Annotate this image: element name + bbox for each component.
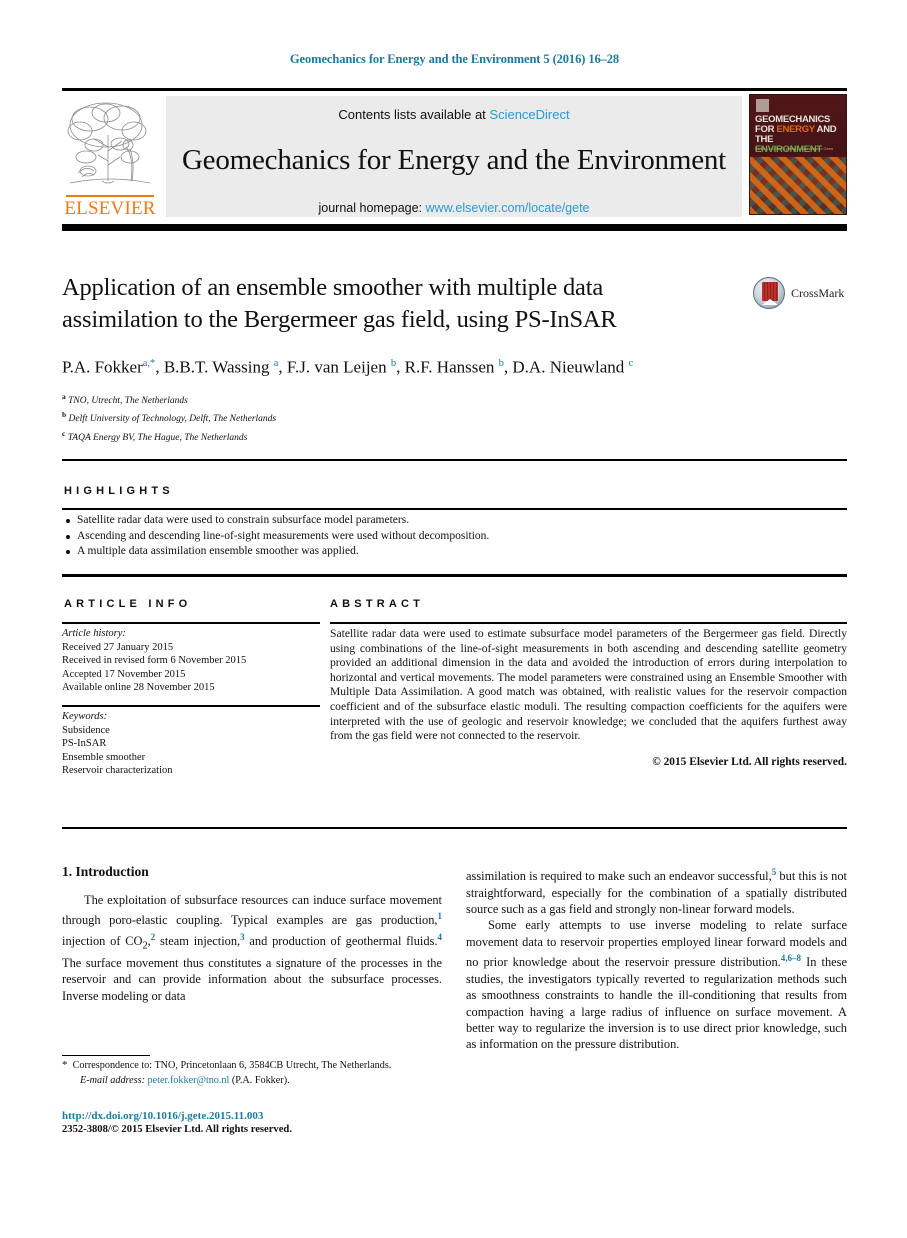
email-suffix: (P.A. Fokker).: [231, 1075, 290, 1087]
email-label: E-mail address:: [80, 1075, 145, 1087]
list-item: Ascending and descending line-of-sight m…: [64, 529, 844, 545]
email-note: E-mail address: peter.fokker@tno.nl (P.A…: [62, 1074, 443, 1087]
elsevier-rule: [66, 195, 154, 197]
highlights-list: Satellite radar data were used to constr…: [64, 513, 844, 560]
title-block: Application of an ensemble smoother with…: [62, 272, 722, 446]
abstract-copyright: © 2015 Elsevier Ltd. All rights reserved…: [652, 755, 847, 768]
keyword-item: PS-InSAR: [62, 738, 107, 750]
abstract-heading: ABSTRACT: [330, 598, 425, 610]
highlights-divider-rule: [62, 508, 847, 510]
running-head: Geomechanics for Energy and the Environm…: [289, 52, 620, 66]
email-link[interactable]: peter.fokker@tno.nl: [148, 1075, 230, 1086]
abstract-bottom-rule: [62, 827, 847, 830]
body-column-left: 1. Introduction The exploitation of subs…: [62, 864, 442, 1004]
crossmark-chevron-icon: [762, 299, 778, 305]
contents-prefix: Contents lists available at: [338, 107, 490, 122]
footnote-rule: [62, 1055, 150, 1057]
journal-homepage-line: journal homepage: www.elsevier.com/locat…: [166, 201, 742, 215]
sciencedirect-link[interactable]: ScienceDirect: [489, 107, 569, 122]
article-info-top-rule: [62, 622, 320, 624]
paper-page: Geomechanics for Energy and the Environm…: [0, 0, 907, 1238]
author-list: P.A. Fokkera,*, B.B.T. Wassing a, F.J. v…: [62, 357, 634, 377]
elsevier-wordmark: ELSEVIER: [64, 198, 156, 219]
issn-copyright-line: 2352-3808/© 2015 Elsevier Ltd. All right…: [62, 1124, 292, 1135]
paragraph: assimilation is required to make such an…: [466, 867, 847, 916]
doi-block: http://dx.doi.org/10.1016/j.gete.2015.11…: [62, 1109, 443, 1137]
crossmark-badge[interactable]: CrossMark: [753, 277, 849, 311]
masthead-top-rule: [62, 88, 847, 91]
abstract-text: Satellite radar data were used to estima…: [330, 627, 847, 743]
article-info-column: Article history: Received 27 January 201…: [62, 627, 320, 695]
page-title: Application of an ensemble smoother with…: [62, 274, 617, 333]
crossmark-label: CrossMark: [791, 286, 845, 300]
affiliation-item: b Delft University of Technology, Delft,…: [62, 408, 722, 427]
masthead-bottom-rule: [62, 224, 847, 231]
keyword-item: Reservoir characterization: [62, 765, 173, 777]
journal-cover-thumbnail: GEOMECHANICS FOR ENERGY AND THE ENVIRONM…: [749, 94, 847, 215]
list-item: Satellite radar data were used to constr…: [64, 513, 844, 529]
affiliation-marker: b: [62, 410, 67, 420]
highlights-heading: HIGHLIGHTS: [64, 485, 174, 497]
affiliation-text: TNO, Utrecht, The Netherlands: [68, 395, 188, 406]
keywords-divider-rule: [62, 705, 320, 707]
article-history-item: Received 27 January 2015: [62, 641, 174, 653]
keyword-item: Ensemble smoother: [62, 751, 146, 763]
highlights-top-rule: [62, 459, 847, 462]
article-history-item: Received in revised form 6 November 2015: [62, 655, 247, 667]
journal-masthead: ELSEVIER Contents lists available at Sci…: [62, 93, 847, 220]
highlights-bottom-rule: [62, 574, 847, 577]
correspondence-note: * Correspondence to: TNO, Princetonlaan …: [62, 1059, 392, 1071]
affiliation-marker: a: [62, 391, 66, 401]
homepage-prefix: journal homepage:: [318, 201, 426, 215]
abstract-top-rule: [330, 622, 847, 625]
doi-link[interactable]: http://dx.doi.org/10.1016/j.gete.2015.11…: [62, 1110, 263, 1122]
affiliation-marker: c: [62, 428, 66, 438]
keyword-item: Subsidence: [62, 724, 110, 736]
article-info-heading: ARTICLE INFO: [64, 598, 192, 610]
abstract-column: Satellite radar data were used to estima…: [330, 627, 847, 769]
footnote-block: * Correspondence to: TNO, Princetonlaan …: [62, 1059, 443, 1088]
cover-pattern: [750, 157, 846, 214]
affiliation-item: a TNO, Utrecht, The Netherlands: [62, 390, 722, 409]
affiliation-text: TAQA Energy BV, The Hague, The Netherlan…: [67, 433, 248, 444]
cover-editors: Editors-in-Chief Lyesse Laloui Antonio G…: [755, 146, 834, 151]
crossmark-icon: [753, 277, 785, 309]
keywords-column: Keywords: Subsidence PS-InSAR Ensemble s…: [62, 710, 320, 778]
keywords-label: Keywords:: [62, 711, 108, 722]
affiliation-text: Delft University of Technology, Delft, T…: [68, 414, 277, 425]
cover-elsevier-mark-icon: [756, 99, 769, 112]
paragraph: Some early attempts to use inverse model…: [466, 918, 847, 1052]
article-history-item: Accepted 17 November 2015: [62, 668, 186, 680]
journal-header-box: Contents lists available at ScienceDirec…: [166, 96, 742, 217]
elsevier-logo: ELSEVIER: [62, 93, 158, 220]
article-history-item: Available online 28 November 2015: [62, 682, 215, 694]
contents-available-line: Contents lists available at ScienceDirec…: [166, 107, 742, 122]
article-history-label: Article history:: [62, 628, 126, 639]
paragraph: The exploitation of subsurface resources…: [62, 893, 442, 1003]
affiliation-list: a TNO, Utrecht, The Netherlands b Delft …: [62, 390, 722, 446]
journal-title: Geomechanics for Energy and the Environm…: [181, 144, 727, 176]
list-item: A multiple data assimilation ensemble sm…: [64, 544, 844, 560]
elsevier-tree-icon: [67, 102, 151, 184]
cover-line-2b: ENERGY: [776, 124, 815, 135]
section-title-introduction: 1. Introduction: [62, 864, 149, 879]
journal-homepage-link[interactable]: www.elsevier.com/locate/gete: [426, 201, 590, 215]
body-column-right: assimilation is required to make such an…: [466, 864, 847, 1053]
affiliation-item: c TAQA Energy BV, The Hague, The Netherl…: [62, 427, 722, 446]
